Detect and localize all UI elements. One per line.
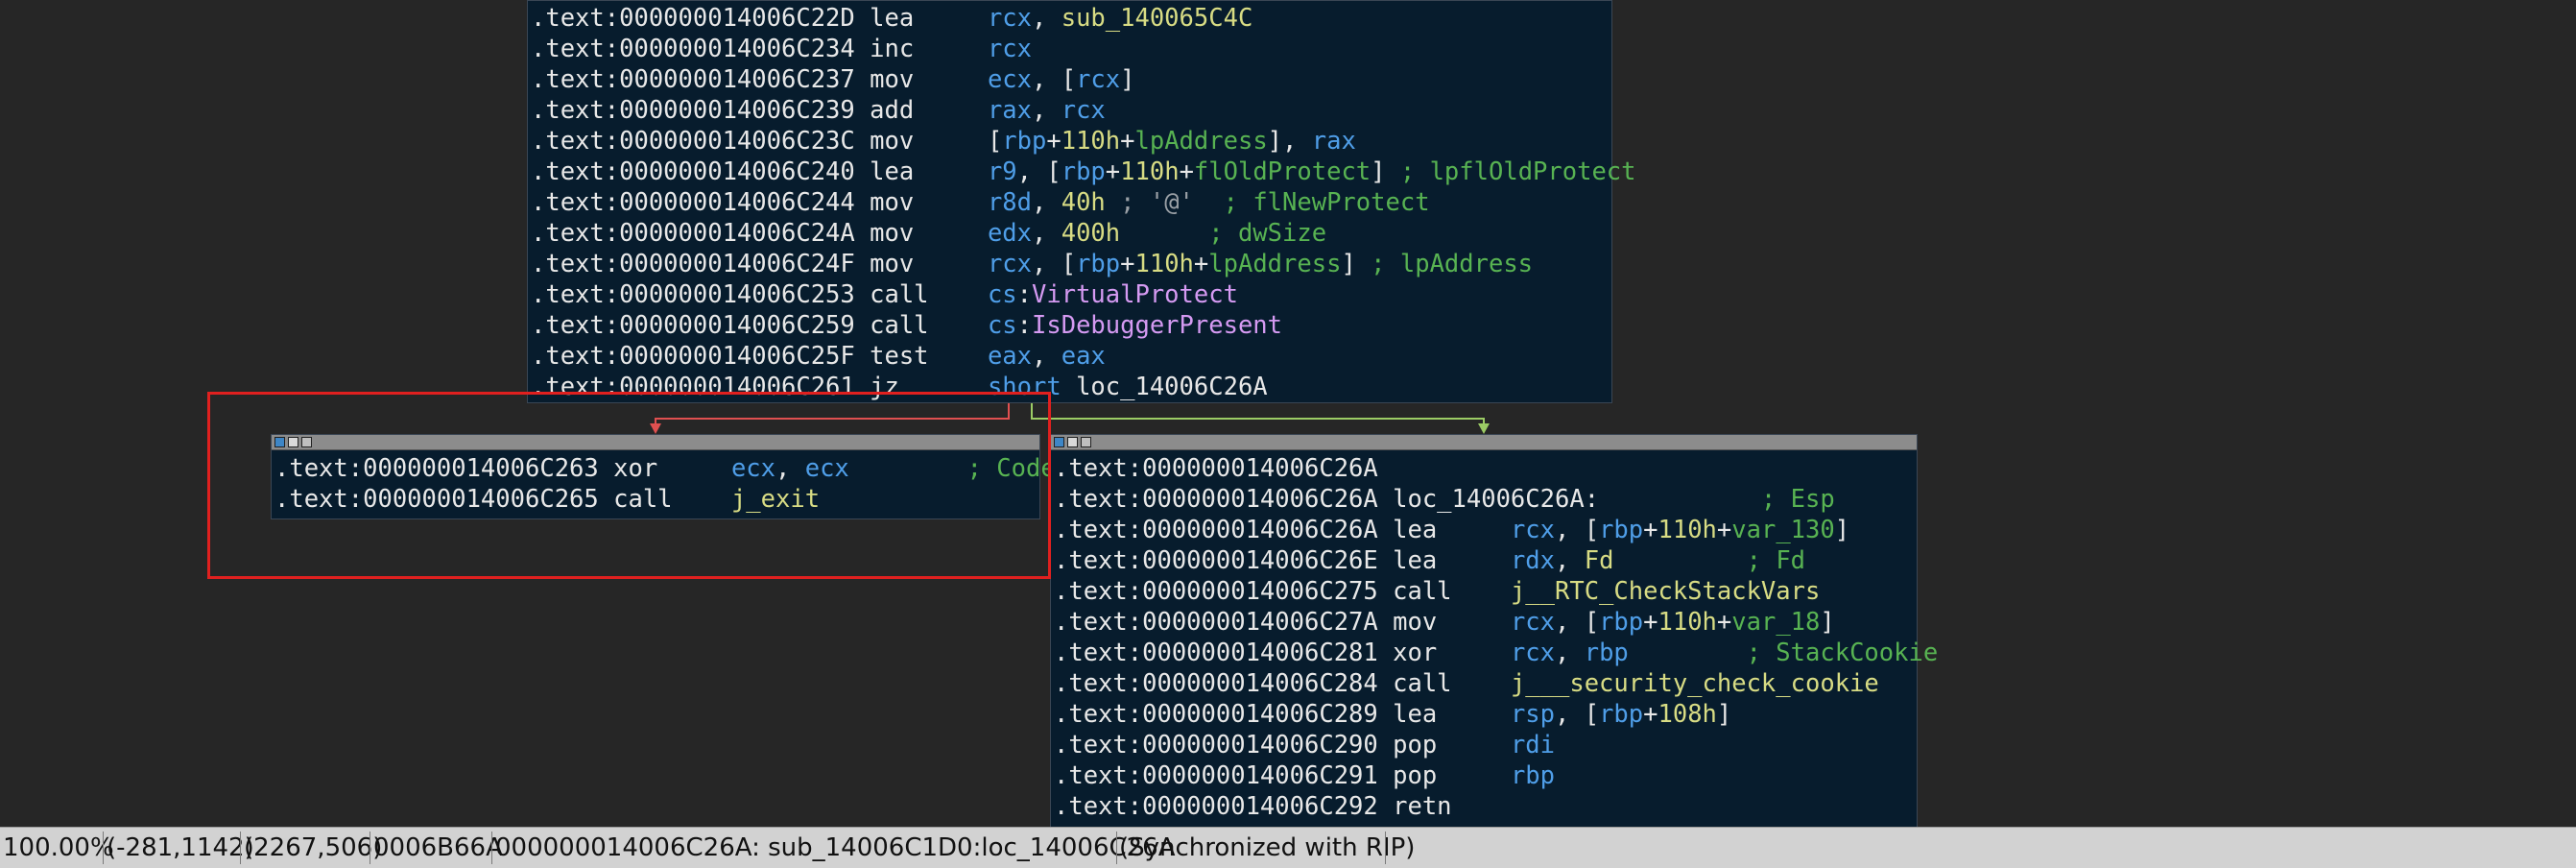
status-separator	[1116, 832, 1117, 864]
status-separator	[491, 832, 492, 864]
status-separator	[103, 832, 104, 864]
status-separator	[240, 832, 241, 864]
status-file-offset: 0006B66A	[373, 833, 503, 862]
status-mouse-coords: (-281,1142)	[107, 833, 254, 862]
status-bar: 100.00% (-281,1142) (2267,506) 0006B66A …	[0, 827, 2576, 868]
status-graph-coords: (2267,506)	[244, 833, 383, 862]
true-branch-edge	[1031, 403, 1490, 434]
status-zoom: 100.00%	[3, 833, 114, 862]
highlight-box	[207, 392, 1051, 579]
status-sync: (Synchronized with RIP)	[1119, 833, 1416, 862]
status-separator	[1385, 832, 1386, 864]
status-location: 000000014006C26A: sub_14006C1D0:loc_1400…	[495, 833, 1176, 862]
